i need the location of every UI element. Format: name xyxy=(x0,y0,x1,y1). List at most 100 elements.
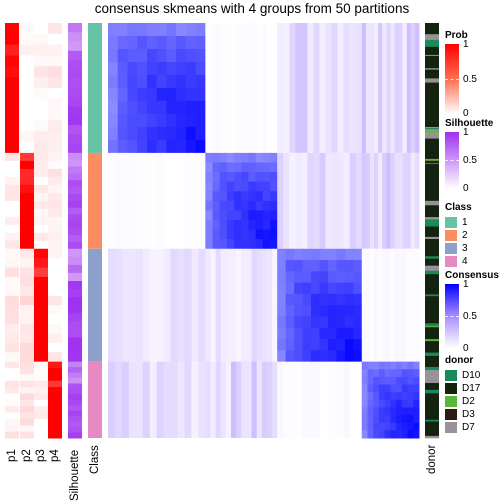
consensus-cell xyxy=(378,407,386,416)
consensus-cell xyxy=(269,220,278,231)
consensus-cell xyxy=(146,74,158,89)
prob-cell-p2 xyxy=(20,387,34,394)
consensus-cell xyxy=(382,248,387,362)
consensus-cell xyxy=(212,229,221,240)
consensus-cell xyxy=(353,327,363,340)
donor-swatch xyxy=(445,369,457,381)
donor-cell xyxy=(425,370,439,373)
donor-cell xyxy=(425,95,439,108)
consensus-cell xyxy=(137,74,148,89)
consensus-cell xyxy=(413,407,420,416)
donor-cell xyxy=(425,129,439,132)
consensus-cell xyxy=(327,282,337,295)
donor-cell xyxy=(425,120,439,128)
prob-cell-p3 xyxy=(34,248,48,259)
consensus-cell xyxy=(398,152,404,249)
silhouette-cell xyxy=(68,378,82,384)
consensus-cell xyxy=(384,399,391,408)
consensus-cell xyxy=(307,23,314,153)
consensus-cell xyxy=(272,361,278,438)
donor-cell xyxy=(425,138,439,151)
donor-cell xyxy=(425,355,439,362)
prob-cell-p2 xyxy=(20,168,34,178)
prob-cell-p1 xyxy=(5,66,19,78)
prob-cell-p4 xyxy=(48,276,62,287)
consensus-cell xyxy=(219,220,228,231)
consensus-cell xyxy=(394,152,400,249)
prob-cell-p1 xyxy=(5,418,19,426)
consensus-cell xyxy=(384,430,391,439)
consensus-cell xyxy=(117,61,128,76)
legend-silhouette: Silhouette 1 0.5 0 xyxy=(445,118,493,194)
prob-cell-p1 xyxy=(5,142,19,154)
donor-cell xyxy=(425,133,439,139)
consensus-cell xyxy=(302,271,312,284)
consensus-cell xyxy=(413,392,420,401)
consensus-cell xyxy=(127,126,138,141)
consensus-cell xyxy=(251,248,258,362)
consensus-cell xyxy=(294,350,304,363)
consensus-cell xyxy=(166,113,177,128)
consensus-cell xyxy=(327,293,337,306)
consensus-cell xyxy=(156,248,165,362)
prob-cell-p2 xyxy=(20,412,34,420)
prob-cell-p4 xyxy=(48,412,62,420)
consensus-cell xyxy=(269,210,278,221)
consensus-cell xyxy=(285,271,295,284)
prob-cell-p4 xyxy=(48,342,62,353)
label-class: Class xyxy=(89,445,101,474)
donor-cell xyxy=(425,239,439,249)
prob-cell-p4 xyxy=(48,142,62,154)
prob-cell-p3 xyxy=(34,120,48,132)
consensus-cell xyxy=(219,191,228,202)
prob-cell-p1 xyxy=(5,387,19,394)
silhouette-cell xyxy=(68,405,82,412)
consensus-cell xyxy=(205,220,214,231)
consensus-cell xyxy=(353,339,363,351)
consensus-cell xyxy=(378,361,386,370)
prob-cell-p3 xyxy=(34,305,48,316)
consensus-cell xyxy=(185,126,197,141)
consensus-cell xyxy=(176,139,187,154)
consensus-cell xyxy=(156,152,165,249)
consensus-cell xyxy=(394,248,400,362)
prob-cell-p2 xyxy=(20,324,34,334)
silhouette-cell xyxy=(68,78,82,89)
consensus-cell xyxy=(156,48,167,63)
consensus-cell xyxy=(311,293,320,306)
prob-cell-p1 xyxy=(5,192,19,202)
consensus-cell xyxy=(361,399,368,408)
consensus-cell xyxy=(163,248,172,362)
consensus-cell xyxy=(166,87,177,102)
prob-cell-p4 xyxy=(48,152,62,162)
prob-cell-p1 xyxy=(5,258,19,269)
consensus-cell xyxy=(344,282,354,295)
consensus-cell xyxy=(166,139,177,154)
consensus-cell xyxy=(212,220,221,231)
consensus-cell xyxy=(311,305,320,317)
prob-cell-p3 xyxy=(34,295,48,306)
prob-cell-p3 xyxy=(34,412,48,420)
consensus-cell xyxy=(114,152,123,249)
prob-cell-p4 xyxy=(48,361,62,369)
prob-cell-p1 xyxy=(5,399,19,407)
consensus-cell xyxy=(225,361,232,438)
consensus-cell xyxy=(231,361,237,438)
consensus-cell xyxy=(277,152,284,249)
consensus-cell xyxy=(365,152,371,249)
consensus-cell xyxy=(184,152,192,249)
consensus-cell xyxy=(185,74,197,89)
prob-cell-p3 xyxy=(34,77,48,89)
consensus-cell xyxy=(226,152,235,163)
donor-legend-item: D7 xyxy=(445,421,480,433)
prob-cell-p4 xyxy=(48,208,62,218)
consensus-cell xyxy=(294,316,304,329)
consensus-cell xyxy=(205,361,211,438)
consensus-cell xyxy=(149,361,158,438)
silhouette-cell xyxy=(68,313,82,322)
prob-cell-p4 xyxy=(48,176,62,186)
prob-cell-p3 xyxy=(34,406,48,414)
consensus-cell xyxy=(156,87,167,102)
consensus-cell xyxy=(195,100,206,115)
prob-cell-p4 xyxy=(48,387,62,394)
